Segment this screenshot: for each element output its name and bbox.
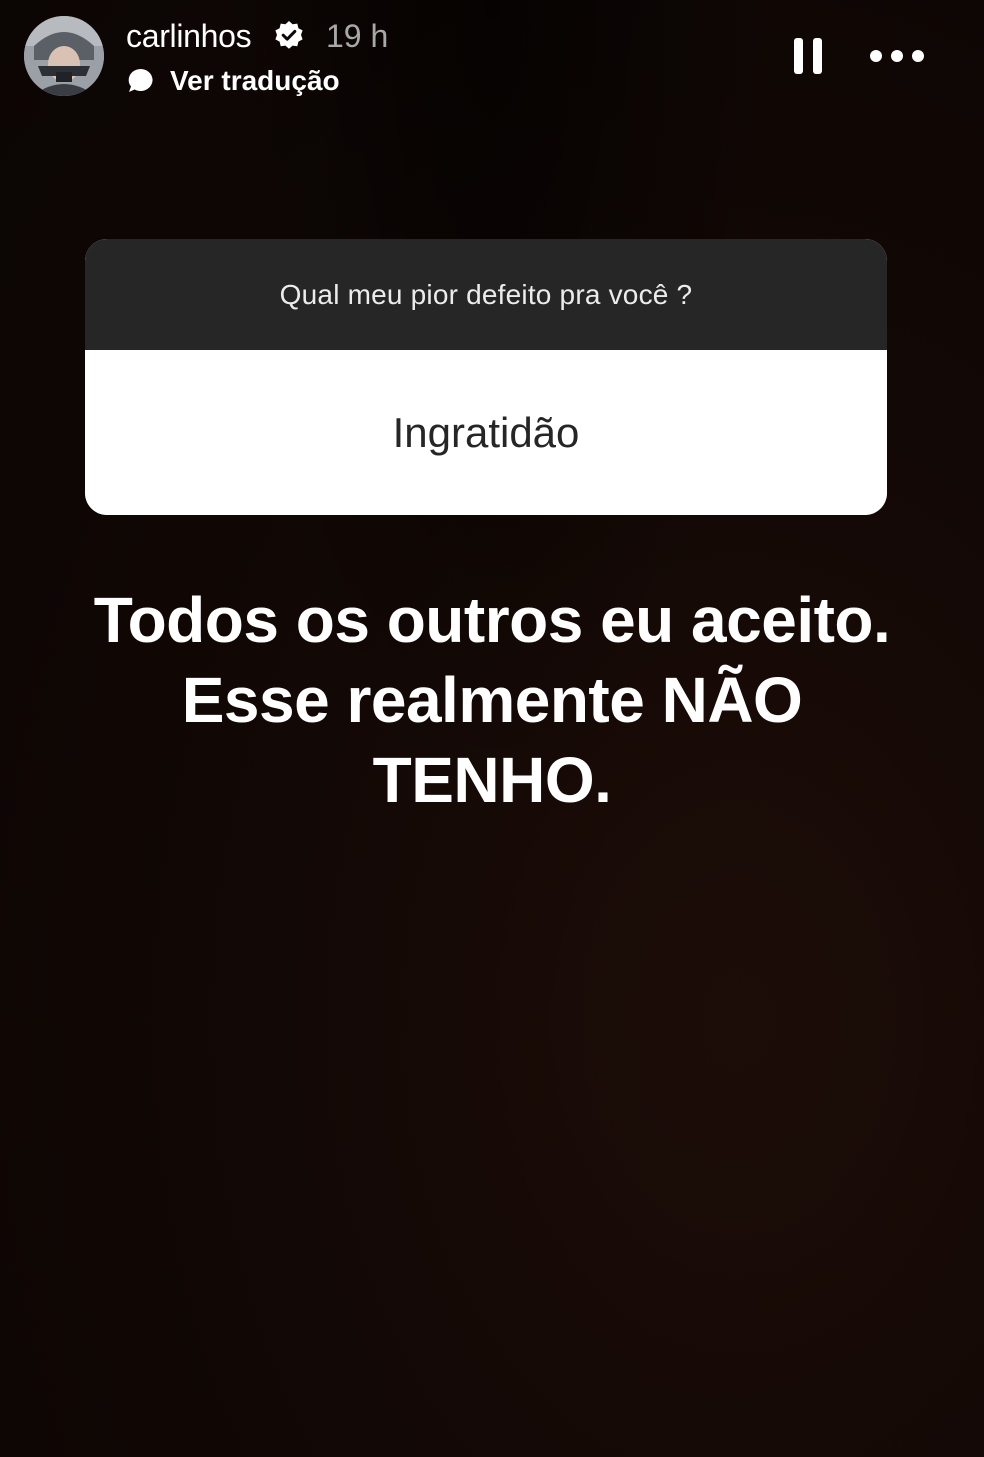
story-viewer[interactable]: carlinhos 19 h Ver tradução Qual meu pio… [0,0,984,1457]
story-header: carlinhos 19 h Ver tradução [0,0,984,120]
caption-line: Todos os outros eu aceito. [93,584,891,656]
caption-line: TENHO. [372,744,612,816]
translate-link[interactable]: Ver tradução [170,62,340,100]
question-sticker: Qual meu pior defeito pra você ? Ingrati… [85,239,887,515]
avatar-image [24,16,104,96]
username[interactable]: carlinhos [126,16,252,56]
sticker-answer: Ingratidão [85,350,887,515]
post-timestamp: 19 h [326,18,389,54]
avatar[interactable] [24,16,104,96]
story-caption: Todos os outros eu aceito. Esse realment… [40,580,944,820]
pause-icon[interactable] [788,34,828,78]
more-options-icon[interactable] [866,38,928,74]
caption-line: Esse realmente NÃO [181,664,803,736]
speech-bubble-icon [128,68,153,92]
verified-badge-icon [275,21,303,49]
sticker-question: Qual meu pior defeito pra você ? [85,239,887,350]
